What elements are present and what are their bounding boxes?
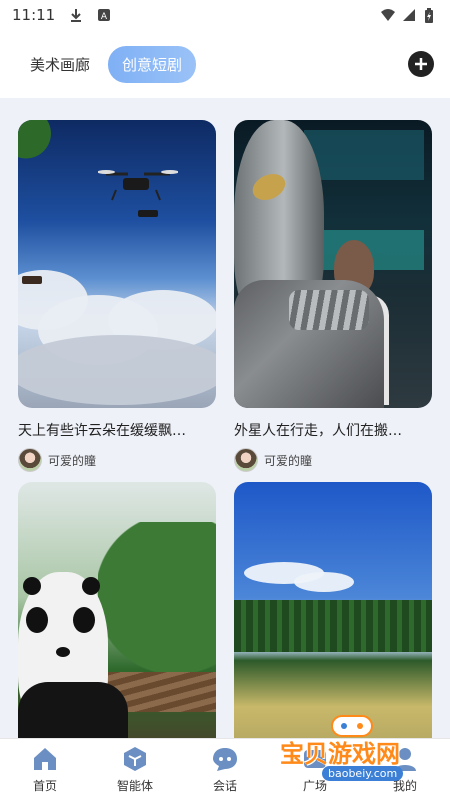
video-card[interactable] bbox=[18, 482, 216, 738]
watermark-logo: 宝贝游戏网 baobeiy.com bbox=[272, 710, 432, 800]
signal-icon bbox=[402, 8, 416, 22]
video-card[interactable]: 外星人在行走，人们在搬… 可爱的瞳 bbox=[234, 120, 432, 472]
chat-icon bbox=[211, 745, 239, 773]
video-card[interactable]: 天上有些许云朵在缓缓飘… 可爱的瞳 bbox=[18, 120, 216, 472]
content-feed[interactable]: 天上有些许云朵在缓缓飘… 可爱的瞳 外星人在行走，人们在搬… 可爱的瞳 bbox=[0, 98, 450, 738]
drone-icon-small bbox=[22, 276, 42, 284]
author-name: 可爱的瞳 bbox=[264, 453, 313, 468]
status-bar: 11:11 A bbox=[0, 0, 450, 30]
video-thumbnail-alien-lab[interactable] bbox=[234, 120, 432, 408]
cube-icon bbox=[121, 745, 149, 773]
nav-item-chat[interactable]: 会话 bbox=[185, 745, 265, 794]
tab-creative-short-drama[interactable]: 创意短剧 bbox=[108, 45, 197, 83]
card-title: 天上有些许云朵在缓缓飘… bbox=[18, 423, 186, 439]
card-title: 外星人在行走，人们在搬… bbox=[234, 423, 402, 439]
wifi-icon bbox=[380, 8, 395, 22]
nav-item-home[interactable]: 首页 bbox=[5, 745, 85, 794]
svg-text:A: A bbox=[101, 12, 108, 22]
avatar[interactable] bbox=[234, 448, 258, 472]
nav-label: 首页 bbox=[32, 779, 57, 793]
add-button[interactable] bbox=[408, 51, 434, 77]
status-time: 11:11 bbox=[12, 6, 56, 24]
top-tab-bar: 美术画廊 创意短剧 bbox=[0, 30, 450, 98]
drone-icon bbox=[98, 170, 178, 217]
video-thumbnail-sky-drones[interactable] bbox=[18, 120, 216, 408]
nav-item-agents[interactable]: 智能体 bbox=[95, 745, 175, 794]
nav-label: 智能体 bbox=[116, 779, 153, 793]
video-card[interactable] bbox=[234, 482, 432, 738]
author-name: 可爱的瞳 bbox=[48, 453, 97, 468]
watermark-title: 宝贝游戏网 bbox=[280, 740, 400, 768]
a-badge-icon: A bbox=[97, 8, 111, 22]
avatar[interactable] bbox=[18, 448, 42, 472]
watermark-url: baobeiy.com bbox=[322, 766, 404, 781]
video-thumbnail-field-forest[interactable] bbox=[234, 482, 432, 738]
nav-label: 会话 bbox=[212, 779, 237, 793]
card-author[interactable]: 可爱的瞳 bbox=[234, 448, 432, 472]
video-thumbnail-panda-railway[interactable] bbox=[18, 482, 216, 738]
battery-icon bbox=[424, 8, 438, 23]
home-icon bbox=[31, 745, 59, 773]
tab-art-gallery[interactable]: 美术画廊 bbox=[16, 46, 104, 83]
download-icon bbox=[69, 8, 83, 22]
plus-icon bbox=[414, 54, 428, 74]
card-author[interactable]: 可爱的瞳 bbox=[18, 448, 216, 472]
